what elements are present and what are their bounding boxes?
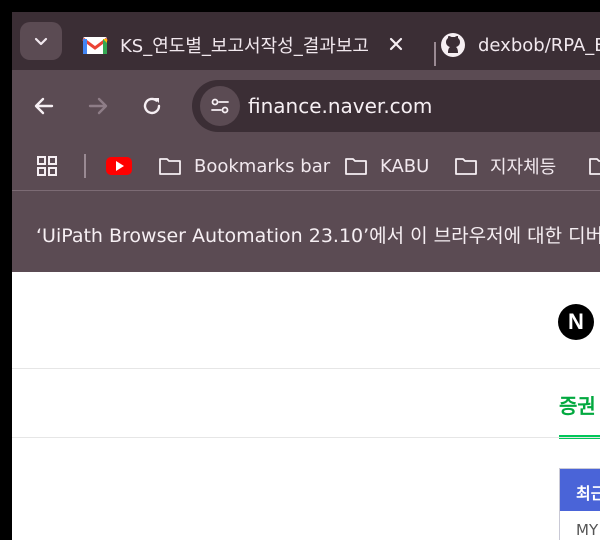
chevron-down-icon <box>34 37 48 46</box>
tune-icon <box>211 98 229 114</box>
bookmark-youtube[interactable] <box>106 150 132 182</box>
tab-close-button[interactable] <box>384 32 408 56</box>
naver-logo[interactable]: N <box>558 304 594 340</box>
folder-icon <box>589 158 600 175</box>
back-button[interactable] <box>26 88 62 124</box>
forward-button[interactable] <box>80 88 116 124</box>
folder-icon <box>455 158 477 175</box>
reload-button[interactable] <box>134 88 170 124</box>
folder-icon <box>345 158 367 175</box>
github-icon <box>441 33 465 57</box>
apps-button[interactable] <box>36 150 58 182</box>
infobar-message: ‘UiPath Browser Automation 23.10’에서 이 브라… <box>36 225 600 247</box>
browser-toolbar: finance.naver.com <box>12 70 600 142</box>
apps-grid-icon <box>37 156 57 176</box>
bookmark-folder-more[interactable] <box>588 150 600 182</box>
bookmarks-divider <box>84 154 86 178</box>
bookmark-folder-jijache[interactable]: 지자체등 <box>454 150 556 182</box>
tab-search-button[interactable] <box>20 22 62 60</box>
reload-icon <box>143 97 161 115</box>
bookmark-label: KABU <box>380 155 430 177</box>
header-divider <box>12 368 600 369</box>
address-bar[interactable]: finance.naver.com <box>192 80 600 132</box>
youtube-icon <box>106 157 132 175</box>
arrow-left-icon <box>34 97 54 115</box>
tab-active[interactable]: KS_연도별_보고서작성_결과보고 <box>68 20 418 70</box>
tab-inactive[interactable]: dexbob/RPA_Ex <box>432 20 600 70</box>
panel-header[interactable]: 최근 <box>560 469 600 511</box>
page-content: N 증권 최근 MY <box>12 272 600 540</box>
bookmark-label: 지자체등 <box>490 157 557 178</box>
browser-window: KS_연도별_보고서작성_결과보고 dexbob/RPA_Ex <box>0 0 600 540</box>
folder-icon <box>159 158 181 175</box>
close-icon <box>389 37 403 51</box>
tab-title: dexbob/RPA_Ex <box>478 34 600 56</box>
panel-row-label[interactable]: MY <box>576 521 598 539</box>
panel-header-label: 최근 <box>576 484 600 503</box>
bookmark-folder-kabu[interactable]: KABU <box>344 150 429 182</box>
debugging-infobar: ‘UiPath Browser Automation 23.10’에서 이 브라… <box>12 190 600 273</box>
bookmark-label: Bookmarks bar <box>194 155 331 177</box>
tab-securities[interactable]: 증권 <box>559 390 596 419</box>
bookmarks-bar: Bookmarks bar KABU 지자체등 <box>12 142 600 190</box>
gmail-icon <box>82 37 108 54</box>
bookmark-folder-bookmarks-bar[interactable]: Bookmarks bar <box>158 150 330 182</box>
nav-divider <box>12 437 600 438</box>
site-info-button[interactable] <box>200 86 240 126</box>
url-text[interactable]: finance.naver.com <box>248 94 432 118</box>
recent-panel: 최근 MY <box>559 468 600 540</box>
arrow-right-icon <box>88 97 108 115</box>
tab-strip: KS_연도별_보고서작성_결과보고 dexbob/RPA_Ex <box>12 12 600 70</box>
tab-title: KS_연도별_보고서작성_결과보고 <box>120 36 369 57</box>
